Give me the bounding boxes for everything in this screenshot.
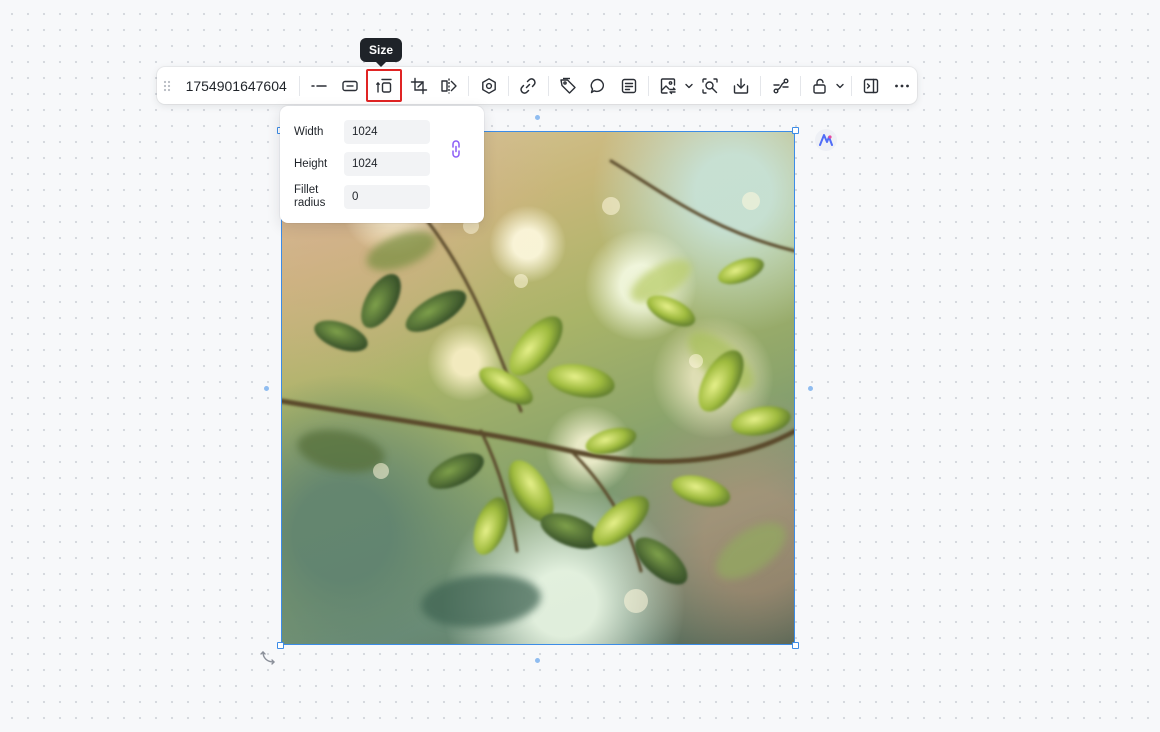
toolbar-divider <box>468 75 470 96</box>
size-panel: Width 1024 Height 1024 Fillet radius 0 <box>280 106 484 223</box>
image-toolbar: 1754901647604 <box>157 67 917 104</box>
connection-point-right[interactable] <box>808 386 813 391</box>
image-name-label[interactable]: 1754901647604 <box>176 78 295 94</box>
link-icon <box>520 77 536 94</box>
comment-icon <box>590 78 605 93</box>
note-button[interactable] <box>615 71 643 101</box>
resize-handle-bottom-right[interactable] <box>792 642 799 649</box>
download-button[interactable] <box>727 71 755 101</box>
rotate-handle-icon[interactable] <box>260 648 278 666</box>
size-button[interactable] <box>366 69 402 102</box>
border-icon <box>341 80 358 91</box>
resize-handle-bottom-left[interactable] <box>277 642 284 649</box>
present-button[interactable] <box>857 71 885 101</box>
image-replace-dropdown[interactable] <box>682 71 695 101</box>
lock-dropdown[interactable] <box>834 71 847 101</box>
flip-button[interactable] <box>435 71 463 101</box>
zoom-search-icon <box>702 77 719 94</box>
resize-handle-top-right[interactable] <box>792 127 799 134</box>
more-icon <box>894 84 909 87</box>
border-button[interactable] <box>336 71 364 101</box>
toolbar-divider <box>648 75 650 96</box>
lock-icon <box>813 78 826 94</box>
width-label: Width <box>294 125 324 138</box>
settings-button[interactable] <box>475 71 503 101</box>
chevron-down-icon <box>685 83 693 88</box>
image-replace-icon <box>661 77 677 94</box>
comment-button[interactable] <box>585 71 613 101</box>
line-style-button[interactable] <box>305 71 333 101</box>
crop-button[interactable] <box>405 71 433 101</box>
toolbar-divider <box>547 75 549 96</box>
connection-point-bottom[interactable] <box>535 658 540 663</box>
link-button[interactable] <box>514 71 542 101</box>
width-row: Width 1024 <box>294 120 430 144</box>
ai-assistant-icon[interactable] <box>815 129 837 151</box>
aspect-lock-icon[interactable] <box>446 138 466 160</box>
connector-icon <box>772 78 789 93</box>
tag-icon <box>560 77 576 94</box>
settings-icon <box>481 77 496 94</box>
height-row: Height 1024 <box>294 152 430 176</box>
connection-point-left[interactable] <box>264 386 269 391</box>
size-tooltip: Size <box>360 38 403 67</box>
lock-button[interactable] <box>806 71 834 101</box>
size-icon <box>376 78 392 93</box>
toolbar-divider <box>799 75 801 96</box>
toolbar-divider <box>760 75 762 96</box>
radius-row: Fillet radius 0 <box>294 184 430 210</box>
zoom-search-button[interactable] <box>697 71 725 101</box>
note-icon <box>621 78 637 93</box>
image-replace-button[interactable] <box>655 71 683 101</box>
toolbar-divider <box>507 75 509 96</box>
chevron-down-icon <box>836 83 845 88</box>
height-label: Height <box>294 157 328 170</box>
download-icon <box>733 77 749 94</box>
fillet-radius-input[interactable]: 0 <box>344 185 430 209</box>
connection-point-top[interactable] <box>535 115 540 120</box>
fillet-radius-label: Fillet radius <box>294 184 326 209</box>
tag-button[interactable] <box>554 71 582 101</box>
toolbar-divider <box>298 75 300 96</box>
drag-handle-icon[interactable] <box>159 71 176 101</box>
height-input[interactable]: 1024 <box>344 152 430 176</box>
more-button[interactable] <box>888 71 916 101</box>
width-input[interactable]: 1024 <box>344 120 430 144</box>
line-style-icon <box>311 84 327 87</box>
crop-icon <box>410 77 427 94</box>
toolbar-divider <box>850 75 852 96</box>
connector-button[interactable] <box>767 71 795 101</box>
present-icon <box>863 78 879 93</box>
flip-icon <box>441 78 457 93</box>
